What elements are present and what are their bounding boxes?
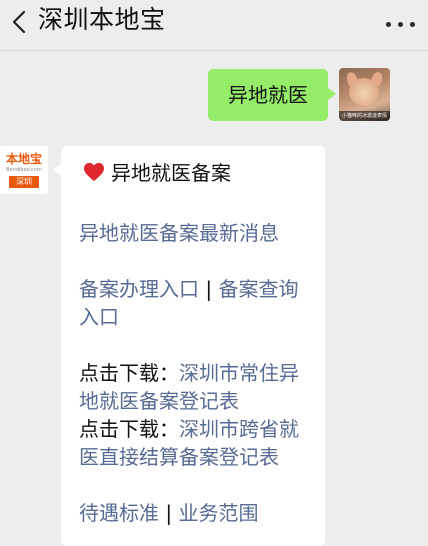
link-separator: | — [205, 277, 213, 301]
entry-links-row: 备案办理入口 | 备案查询 — [79, 275, 319, 303]
logo-city-tag: 深圳 — [9, 176, 39, 188]
download-label: 点击下载： — [79, 361, 179, 385]
download-row-2: 点击下载：深圳市跨省就 — [79, 415, 319, 443]
user-avatar[interactable]: 小猫咪的冰激凌表情 — [339, 68, 390, 121]
link-download-form-2[interactable]: 深圳市跨省就 — [179, 417, 299, 441]
red-heart-icon — [84, 162, 104, 182]
link-apply-entry[interactable]: 备案办理入口 — [79, 277, 199, 301]
link-query-entry-continued[interactable]: 入口 — [79, 303, 319, 331]
message-heading: 异地就医备案 — [111, 161, 231, 185]
outgoing-message-text: 异地就医 — [228, 83, 308, 107]
logo-subtext: Bendibao.com — [6, 167, 42, 173]
avatar-face — [349, 78, 379, 106]
download-label: 点击下载： — [79, 417, 179, 441]
link-separator: | — [165, 501, 173, 525]
chat-header: 深圳本地宝 — [0, 0, 428, 51]
link-scope[interactable]: 业务范围 — [178, 501, 258, 525]
link-query-entry[interactable]: 备案查询 — [218, 277, 298, 301]
outgoing-message-bubble[interactable]: 异地就医 — [208, 69, 336, 121]
link-download-form-2-continued[interactable]: 医直接结算备案登记表 — [79, 443, 319, 471]
link-download-form-1[interactable]: 深圳市常住异 — [179, 361, 299, 385]
official-account-avatar[interactable]: 本地宝 Bendibao.com 深圳 — [0, 146, 48, 194]
more-dots-icon[interactable] — [386, 22, 416, 32]
link-latest-news[interactable]: 异地就医备案最新消息 — [79, 219, 319, 247]
benefits-links-row: 待遇标准 | 业务范围 — [79, 499, 319, 527]
download-row-1: 点击下载：深圳市常住异 — [79, 359, 319, 387]
link-benefits[interactable]: 待遇标准 — [79, 501, 159, 525]
avatar-caption: 小猫咪的冰激凌表情 — [339, 111, 390, 121]
incoming-message-bubble: 异地就医备案 异地就医备案最新消息 备案办理入口 | 备案查询 入口 点击下载：… — [53, 146, 325, 546]
chat-title: 深圳本地宝 — [38, 5, 166, 34]
link-download-form-1-continued[interactable]: 地就医备案登记表 — [79, 387, 319, 415]
chevron-left-icon[interactable] — [8, 7, 32, 37]
logo-text: 本地宝 — [5, 152, 42, 166]
